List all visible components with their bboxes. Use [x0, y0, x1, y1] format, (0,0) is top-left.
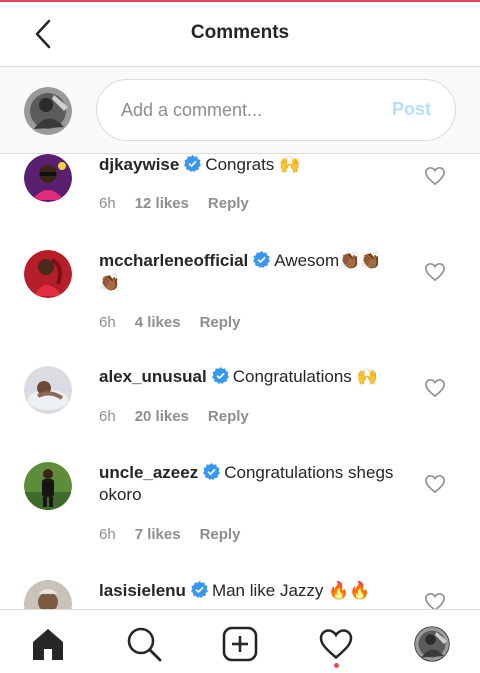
my-avatar [24, 87, 72, 135]
comment-body: Congratulations 🙌 [232, 367, 378, 386]
reply-button[interactable]: Reply [200, 526, 241, 543]
like-heart-icon[interactable] [424, 166, 446, 186]
tab-activity[interactable] [316, 624, 356, 664]
comment-input[interactable] [121, 80, 371, 140]
comment-likes[interactable]: 12 likes [135, 195, 189, 212]
comment-likes[interactable]: 4 likes [135, 314, 181, 331]
comment-text: lasisielenu Man like Jazzy 🔥🔥 [99, 580, 399, 602]
profile-avatar [414, 626, 450, 662]
verified-badge-icon [253, 251, 271, 268]
comment-meta: 6h 12 likes Reply [99, 195, 268, 212]
comment-time: 6h [99, 408, 116, 425]
comment-time: 6h [99, 526, 116, 543]
comment-username[interactable]: alex_unusual [99, 367, 207, 386]
comment-meta: 6h 7 likes Reply [99, 526, 259, 543]
search-icon [127, 627, 162, 662]
avatar[interactable] [24, 366, 72, 414]
comment-likes[interactable]: 7 likes [135, 526, 181, 543]
comment-text: mccharleneofficial Awesom👏🏾👏🏾👏🏾 [99, 250, 399, 294]
verified-badge-icon [203, 463, 221, 480]
like-heart-icon[interactable] [424, 378, 446, 398]
comment-list[interactable]: djkaywise Congrats 🙌 6h 12 likes Reply mcch… [0, 154, 480, 609]
page-title: Comments [190, 22, 290, 43]
comment-username[interactable]: djkaywise [99, 155, 179, 174]
reply-button[interactable]: Reply [200, 314, 241, 331]
reply-button[interactable]: Reply [208, 195, 249, 212]
tab-profile[interactable] [412, 624, 452, 664]
notification-dot [334, 663, 339, 668]
like-heart-icon[interactable] [424, 474, 446, 494]
comment-text: djkaywise Congrats 🙌 [99, 154, 399, 176]
tab-home[interactable] [28, 624, 68, 664]
avatar[interactable] [24, 154, 72, 202]
avatar[interactable] [24, 462, 72, 510]
header: Comments [0, 2, 480, 66]
comment-body: Congrats 🙌 [205, 155, 301, 174]
avatar[interactable] [24, 250, 72, 298]
comment-likes[interactable]: 20 likes [135, 408, 189, 425]
comment-body: Man like Jazzy 🔥🔥 [211, 581, 371, 600]
verified-badge-icon [184, 155, 202, 172]
tab-new-post[interactable] [220, 624, 260, 664]
like-heart-icon[interactable] [424, 592, 446, 609]
new-post-icon [222, 626, 258, 662]
post-button[interactable]: Post [392, 99, 431, 120]
comment-username[interactable]: uncle_azeez [99, 463, 198, 482]
reply-button[interactable]: Reply [208, 408, 249, 425]
comment-text: alex_unusual Congratulations 🙌 [99, 366, 399, 388]
avatar[interactable] [24, 580, 72, 609]
verified-badge-icon [211, 367, 229, 384]
bottom-nav [0, 609, 480, 673]
comment-text: uncle_azeez Congratulations shegs okoro [99, 462, 399, 506]
activity-heart-icon [319, 629, 353, 660]
comment-username[interactable]: lasisielenu [99, 581, 186, 600]
comment-meta: 6h 20 likes Reply [99, 408, 268, 425]
comment-composer: Post [0, 66, 480, 154]
comment-time: 6h [99, 314, 116, 331]
like-heart-icon[interactable] [424, 262, 446, 282]
verified-badge-icon [190, 581, 208, 598]
comment-meta: 6h 4 likes Reply [99, 314, 259, 331]
comment-input-box: Post [96, 79, 456, 141]
comment-username[interactable]: mccharleneofficial [99, 251, 248, 270]
tab-search[interactable] [124, 624, 164, 664]
comment-time: 6h [99, 195, 116, 212]
home-icon [33, 629, 63, 660]
